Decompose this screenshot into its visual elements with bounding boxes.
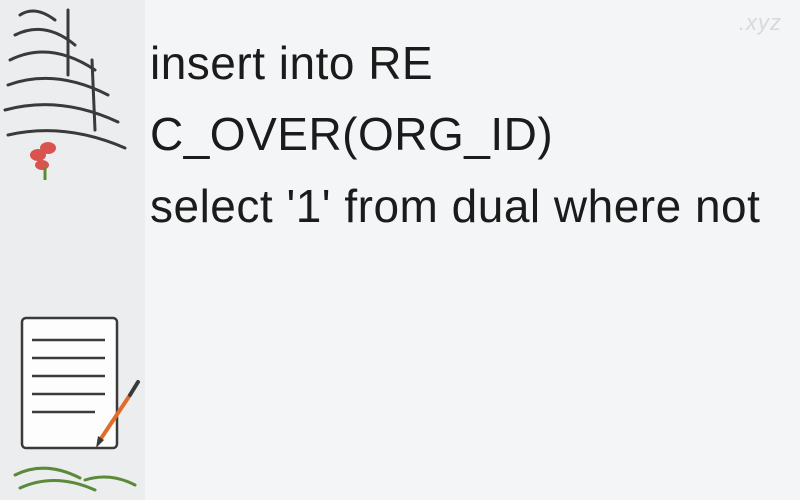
text-line-1: insert into RE [150,37,433,89]
doodle-bottom-left [0,300,145,500]
text-line-3: select '1' from dual where not [150,180,760,232]
text-line-2: C_OVER(ORG_ID) [150,108,553,160]
doodle-top-left [0,0,145,180]
sql-text-block: insert into RE C_OVER(ORG_ID) select '1'… [150,28,770,242]
